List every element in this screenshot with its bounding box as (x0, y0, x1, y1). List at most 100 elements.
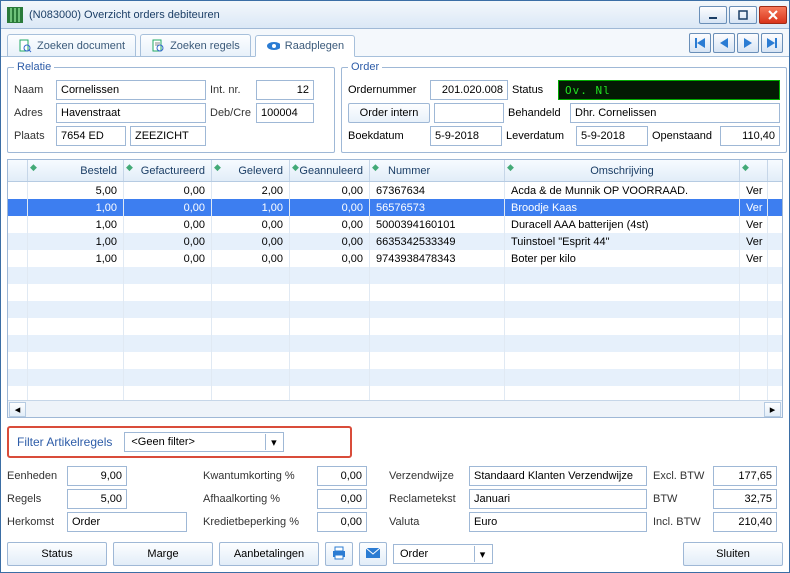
behandeld-input[interactable] (570, 103, 780, 123)
col-geleverd[interactable]: ◆Geleverd (212, 160, 290, 181)
cell-omschrijving: Tuinstoel "Esprit 44" (505, 233, 740, 250)
nav-prev-button[interactable] (713, 33, 735, 53)
nav-next-button[interactable] (737, 33, 759, 53)
postcode-input[interactable] (56, 126, 126, 146)
scroll-right-icon[interactable]: ▸ (764, 402, 781, 417)
filter-select[interactable]: <Geen filter> ▾ (124, 432, 284, 452)
table-row[interactable]: 1,000,001,000,0056576573Broodje KaasVer (8, 199, 782, 216)
reclame-label: Reclametekst (389, 493, 465, 505)
intnr-input[interactable] (256, 80, 314, 100)
maximize-button[interactable] (729, 6, 757, 24)
table-row[interactable] (8, 369, 782, 386)
order-select[interactable]: Order▾ (393, 544, 493, 564)
cell-omschrijving (505, 386, 740, 400)
table-row[interactable] (8, 318, 782, 335)
cell-geleverd: 0,00 (212, 233, 290, 250)
inclbtw-input[interactable] (713, 512, 777, 532)
tab-zoeken-regels[interactable]: Zoeken regels (140, 34, 251, 56)
col-besteld[interactable]: ◆Besteld (28, 160, 124, 181)
btw-input[interactable] (713, 489, 777, 509)
chevron-down-icon: ▾ (265, 434, 281, 450)
leverdatum-input[interactable] (576, 126, 648, 146)
tab-zoeken-document[interactable]: Zoeken document (7, 34, 136, 56)
valuta-input[interactable] (469, 512, 647, 532)
marge-button[interactable]: Marge (113, 542, 213, 566)
minimize-button[interactable] (699, 6, 727, 24)
eenheden-label: Eenheden (7, 470, 63, 482)
cell-omschrijving (505, 318, 740, 335)
cell-gefactureerd (124, 318, 212, 335)
aanbetalingen-button[interactable]: Aanbetalingen (219, 542, 319, 566)
cell-geannuleerd (290, 301, 370, 318)
search-lines-icon (151, 39, 165, 53)
boekdatum-input[interactable] (430, 126, 502, 146)
table-row[interactable] (8, 352, 782, 369)
kredietbep-input[interactable] (317, 512, 367, 532)
grid-body[interactable]: 5,000,002,000,0067367634Acda & de Munnik… (8, 182, 782, 400)
button-bar: Status Marge Aanbetalingen Order▾ Sluite… (7, 542, 783, 566)
table-row[interactable] (8, 267, 782, 284)
order-intern-label: Order intern (360, 107, 419, 119)
sort-icon: ◆ (30, 162, 37, 173)
order-legend: Order (348, 61, 382, 73)
verzend-input[interactable] (469, 466, 647, 486)
col-gefactureerd[interactable]: ◆Gefactureerd (124, 160, 212, 181)
grid-hscroll[interactable]: ◂ ▸ (8, 400, 782, 417)
table-row[interactable]: 1,000,000,000,009743938478343Boter per k… (8, 250, 782, 267)
table-row[interactable]: 1,000,000,000,005000394160101Duracell AA… (8, 216, 782, 233)
order-intern-button[interactable]: Order intern (348, 103, 430, 123)
cell-besteld (28, 318, 124, 335)
sluiten-button[interactable]: Sluiten (683, 542, 783, 566)
naam-input[interactable] (56, 80, 206, 100)
cell-gefactureerd (124, 267, 212, 284)
kwantum-input[interactable] (317, 466, 367, 486)
nav-first-button[interactable] (689, 33, 711, 53)
status-display: Ov. Nl (558, 80, 780, 100)
cell-extra: Ver (740, 199, 768, 216)
ordernr-input[interactable] (430, 80, 508, 100)
afhaal-label: Afhaalkorting % (203, 493, 313, 505)
table-row[interactable]: 5,000,002,000,0067367634Acda & de Munnik… (8, 182, 782, 199)
herkomst-input[interactable] (67, 512, 187, 532)
col-geannuleerd[interactable]: ◆Geannuleerd (290, 160, 370, 181)
adres-input[interactable] (56, 103, 206, 123)
col-selector[interactable] (8, 160, 28, 181)
afhaal-input[interactable] (317, 489, 367, 509)
debcre-input[interactable] (256, 103, 314, 123)
cell-extra (740, 386, 768, 400)
cell-besteld: 5,00 (28, 182, 124, 199)
col-omschrijving[interactable]: ◆Omschrijving (505, 160, 740, 181)
scroll-left-icon[interactable]: ◂ (9, 402, 26, 417)
inclbtw-label: Incl. BTW (653, 516, 709, 528)
nav-last-button[interactable] (761, 33, 783, 53)
mail-button[interactable] (359, 542, 387, 566)
exclbtw-input[interactable] (713, 466, 777, 486)
col-extra[interactable]: ◆ (740, 160, 768, 181)
table-row[interactable] (8, 386, 782, 400)
print-button[interactable] (325, 542, 353, 566)
col-nummer[interactable]: ◆Nummer (370, 160, 505, 181)
openstaand-input[interactable] (720, 126, 780, 146)
tab-raadplegen[interactable]: Raadplegen (255, 35, 355, 57)
regels-input[interactable] (67, 489, 127, 509)
openstaand-label: Openstaand (652, 130, 716, 142)
behandeld-label: Behandeld (508, 107, 566, 119)
reclame-input[interactable] (469, 489, 647, 509)
plaats-input[interactable] (130, 126, 206, 146)
order-intern-input[interactable] (434, 103, 504, 123)
eenheden-input[interactable] (67, 466, 127, 486)
search-doc-icon (18, 39, 32, 53)
cell-geannuleerd: 0,00 (290, 216, 370, 233)
cell-omschrijving: Boter per kilo (505, 250, 740, 267)
cell-geleverd: 2,00 (212, 182, 290, 199)
table-row[interactable] (8, 284, 782, 301)
close-button[interactable] (759, 6, 787, 24)
table-row[interactable]: 1,000,000,000,006635342533349Tuinstoel "… (8, 233, 782, 250)
table-row[interactable] (8, 301, 782, 318)
status-button[interactable]: Status (7, 542, 107, 566)
intnr-label: Int. nr. (210, 84, 252, 96)
naam-label: Naam (14, 84, 52, 96)
table-row[interactable] (8, 335, 782, 352)
cell-geannuleerd (290, 352, 370, 369)
relatie-group: Relatie Naam Int. nr. Adres Deb/Cre Plaa… (7, 61, 335, 153)
